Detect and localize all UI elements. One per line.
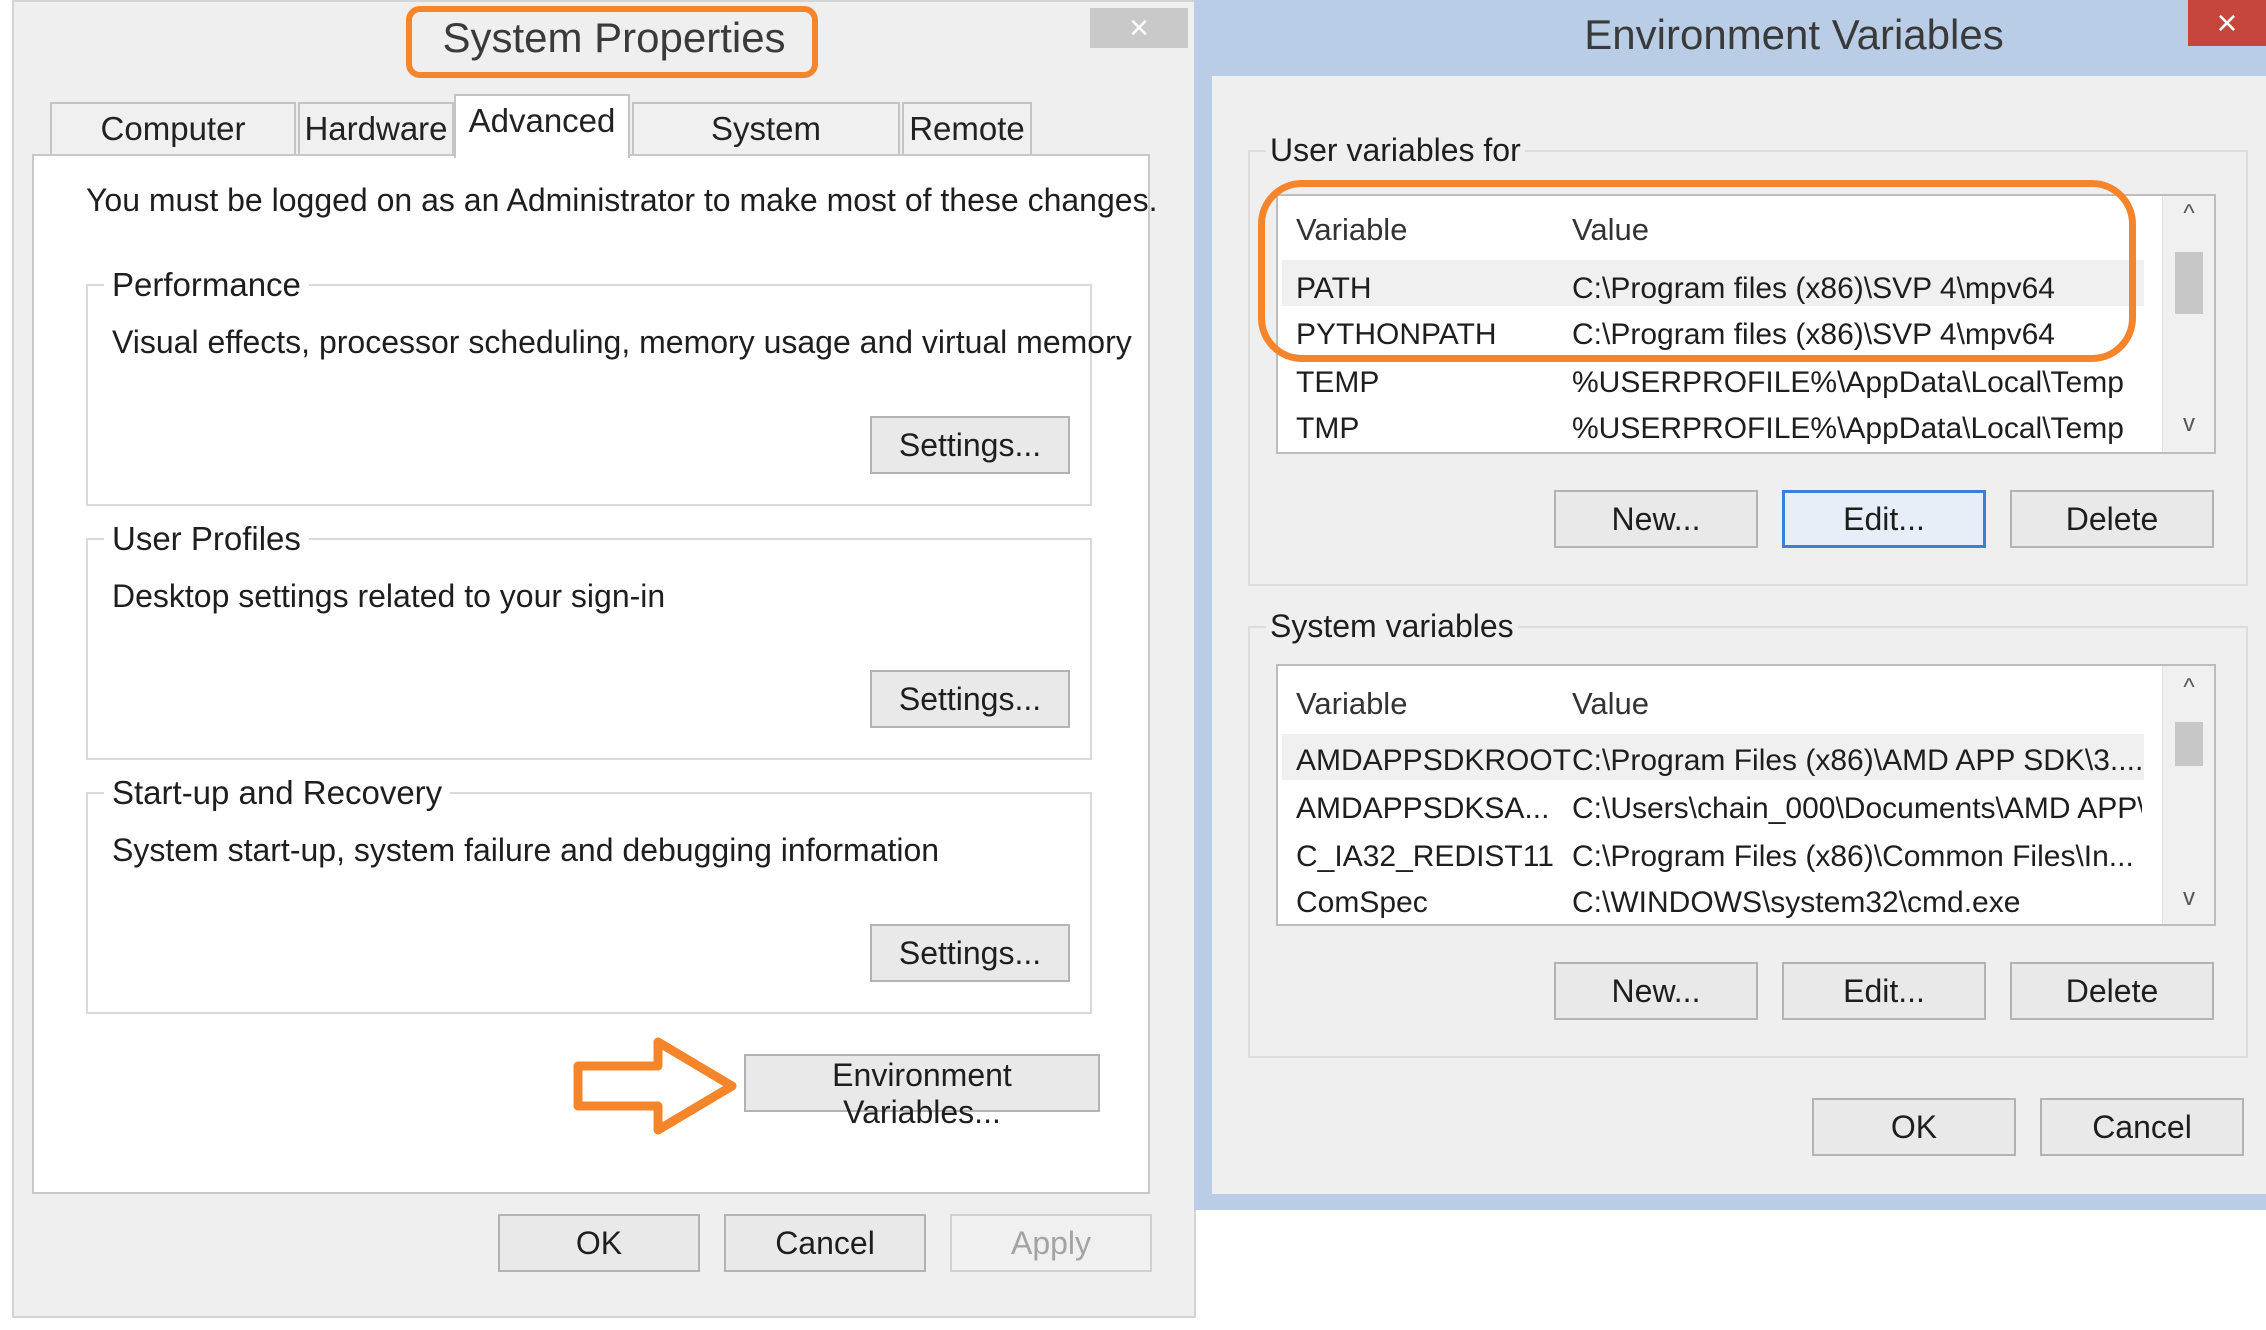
user-delete-button[interactable]: Delete bbox=[2010, 490, 2214, 548]
system-list-scrollbar[interactable]: ^ v bbox=[2162, 666, 2214, 924]
env-cancel-button[interactable]: Cancel bbox=[2040, 1098, 2244, 1156]
tab-hardware[interactable]: Hardware bbox=[298, 102, 454, 154]
arrow-annotation-icon bbox=[573, 1037, 737, 1135]
system-var-name[interactable]: AMDAPPSDKROOT bbox=[1296, 744, 1572, 778]
user-list-scrollbar[interactable]: ^ v bbox=[2162, 196, 2214, 452]
user-new-button[interactable]: New... bbox=[1554, 490, 1758, 548]
system-var-name[interactable]: C_IA32_REDIST11 bbox=[1296, 840, 1572, 874]
system-var-value[interactable]: C:\Users\chain_000\Documents\AMD APP\ bbox=[1572, 792, 2142, 826]
column-header-variable[interactable]: Variable bbox=[1296, 686, 1407, 722]
close-button[interactable]: × bbox=[1090, 8, 1188, 48]
startup-recovery-label: Start-up and Recovery bbox=[104, 774, 451, 812]
performance-settings-button[interactable]: Settings... bbox=[870, 416, 1070, 474]
close-icon: × bbox=[2216, 2, 2238, 43]
scroll-up-icon[interactable]: ^ bbox=[2163, 674, 2214, 702]
env-close-button[interactable]: × bbox=[2188, 0, 2266, 46]
scroll-up-icon[interactable]: ^ bbox=[2163, 200, 2214, 228]
system-edit-button[interactable]: Edit... bbox=[1782, 962, 1986, 1020]
user-var-name[interactable]: TEMP bbox=[1296, 366, 1556, 400]
user-var-name[interactable]: TMP bbox=[1296, 412, 1556, 446]
environment-variables-button[interactable]: Environment Variables... bbox=[744, 1054, 1100, 1130]
performance-label: Performance bbox=[104, 266, 309, 304]
system-properties-title-bar: System Properties × bbox=[14, 2, 1194, 78]
system-var-value[interactable]: C:\Program Files (x86)\AMD APP SDK\3.... bbox=[1572, 744, 2142, 778]
tab-advanced[interactable]: Advanced bbox=[454, 94, 630, 158]
tab-system-protection[interactable]: System Protection bbox=[632, 102, 900, 197]
tab-computer-name[interactable]: Computer Name bbox=[50, 102, 296, 197]
scroll-thumb[interactable] bbox=[2175, 722, 2203, 766]
user-edit-button[interactable]: Edit... bbox=[1782, 490, 1986, 548]
system-var-name[interactable]: ComSpec bbox=[1296, 886, 1572, 920]
user-profiles-settings-button[interactable]: Settings... bbox=[870, 670, 1070, 728]
user-var-value[interactable]: %USERPROFILE%\AppData\Local\Temp bbox=[1572, 366, 2132, 400]
system-variables-label: System variables bbox=[1266, 608, 1518, 645]
ok-button[interactable]: OK bbox=[498, 1214, 700, 1272]
column-header-value[interactable]: Value bbox=[1572, 686, 1649, 722]
title-highlight-annotation bbox=[406, 6, 818, 78]
tab-remote[interactable]: Remote bbox=[902, 102, 1032, 154]
user-profiles-description: Desktop settings related to your sign-in bbox=[112, 578, 666, 614]
system-var-name[interactable]: AMDAPPSDKSA... bbox=[1296, 792, 1572, 826]
user-var-value[interactable]: %USERPROFILE%\AppData\Local\Temp bbox=[1572, 412, 2132, 446]
admin-notice: You must be logged on as an Administrato… bbox=[86, 182, 1158, 218]
user-profiles-label: User Profiles bbox=[104, 520, 309, 558]
system-var-value[interactable]: C:\WINDOWS\system32\cmd.exe bbox=[1572, 886, 2142, 920]
scroll-thumb[interactable] bbox=[2175, 252, 2203, 314]
system-new-button[interactable]: New... bbox=[1554, 962, 1758, 1020]
startup-recovery-settings-button[interactable]: Settings... bbox=[870, 924, 1070, 982]
user-variables-highlight-annotation bbox=[1258, 180, 2136, 362]
system-delete-button[interactable]: Delete bbox=[2010, 962, 2214, 1020]
system-variables-list[interactable]: Variable Value AMDAPPSDKROOT C:\Program … bbox=[1276, 664, 2216, 926]
close-icon: × bbox=[1129, 9, 1149, 47]
scroll-down-icon[interactable]: v bbox=[2163, 410, 2214, 438]
env-ok-button[interactable]: OK bbox=[1812, 1098, 2016, 1156]
user-variables-label: User variables for bbox=[1266, 132, 1525, 169]
apply-button[interactable]: Apply bbox=[950, 1214, 1152, 1272]
system-var-value[interactable]: C:\Program Files (x86)\Common Files\In..… bbox=[1572, 840, 2142, 874]
environment-variables-title: Environment Variables bbox=[1584, 11, 2004, 58]
startup-recovery-description: System start-up, system failure and debu… bbox=[112, 832, 940, 868]
performance-description: Visual effects, processor scheduling, me… bbox=[112, 324, 1132, 360]
scroll-down-icon[interactable]: v bbox=[2163, 884, 2214, 912]
cancel-button[interactable]: Cancel bbox=[724, 1214, 926, 1272]
